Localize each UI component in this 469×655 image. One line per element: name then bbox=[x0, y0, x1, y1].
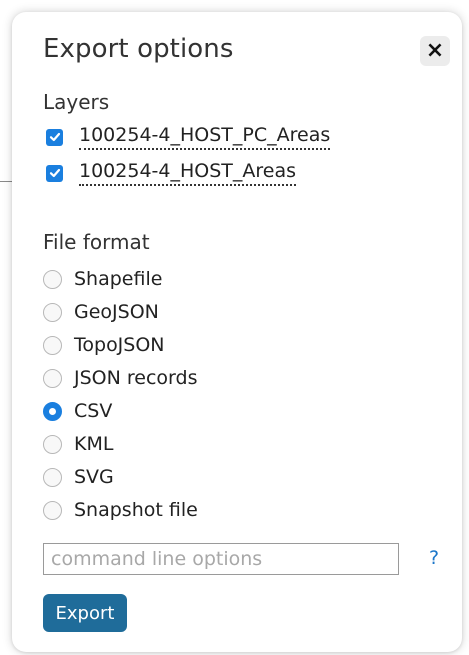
format-option-label: SVG bbox=[74, 466, 114, 488]
radio-button[interactable] bbox=[43, 467, 62, 487]
layers-label: Layers bbox=[43, 90, 110, 114]
layer-checkbox[interactable] bbox=[46, 128, 63, 146]
dialog-title: Export options bbox=[43, 34, 234, 64]
file-format-label: File format bbox=[43, 230, 150, 254]
format-option-json-records[interactable]: JSON records bbox=[43, 365, 197, 391]
format-option-kml[interactable]: KML bbox=[43, 431, 113, 457]
format-option-geojson[interactable]: GeoJSON bbox=[43, 299, 159, 325]
layer-checkbox[interactable] bbox=[46, 164, 63, 182]
format-option-label: TopoJSON bbox=[74, 334, 165, 356]
export-button[interactable]: Export bbox=[43, 594, 127, 632]
format-option-topojson[interactable]: TopoJSON bbox=[43, 332, 165, 358]
radio-button[interactable] bbox=[43, 434, 62, 454]
layer-item[interactable]: 100254-4_HOST_Areas bbox=[46, 160, 297, 186]
radio-button[interactable] bbox=[43, 269, 62, 289]
format-option-label: KML bbox=[74, 433, 114, 455]
close-icon[interactable]: × bbox=[420, 36, 450, 66]
layer-name[interactable]: 100254-4_HOST_Areas bbox=[79, 160, 297, 186]
radio-button[interactable] bbox=[43, 500, 62, 520]
format-option-shapefile[interactable]: Shapefile bbox=[43, 266, 162, 292]
radio-button[interactable] bbox=[43, 368, 62, 388]
format-option-svg[interactable]: SVG bbox=[43, 464, 114, 490]
format-option-label: JSON records bbox=[74, 367, 198, 389]
radio-button-selected[interactable] bbox=[43, 401, 62, 421]
radio-button[interactable] bbox=[43, 335, 62, 355]
layer-item[interactable]: 100254-4_HOST_PC_Areas bbox=[46, 124, 331, 150]
format-option-csv[interactable]: CSV bbox=[43, 398, 112, 424]
checkmark-icon bbox=[49, 132, 60, 142]
format-option-label: GeoJSON bbox=[74, 301, 159, 323]
format-option-snapshot-file[interactable]: Snapshot file bbox=[43, 497, 198, 523]
radio-button[interactable] bbox=[43, 302, 62, 322]
format-option-label: Snapshot file bbox=[74, 499, 198, 521]
checkmark-icon bbox=[49, 168, 60, 178]
layer-name[interactable]: 100254-4_HOST_PC_Areas bbox=[79, 124, 331, 150]
format-option-label: CSV bbox=[74, 400, 113, 422]
export-options-dialog: Export options × Layers 100254-4_HOST_PC… bbox=[12, 12, 462, 652]
format-option-label: Shapefile bbox=[74, 268, 163, 290]
command-line-options-input[interactable] bbox=[43, 543, 399, 575]
help-link[interactable]: ? bbox=[429, 547, 439, 569]
